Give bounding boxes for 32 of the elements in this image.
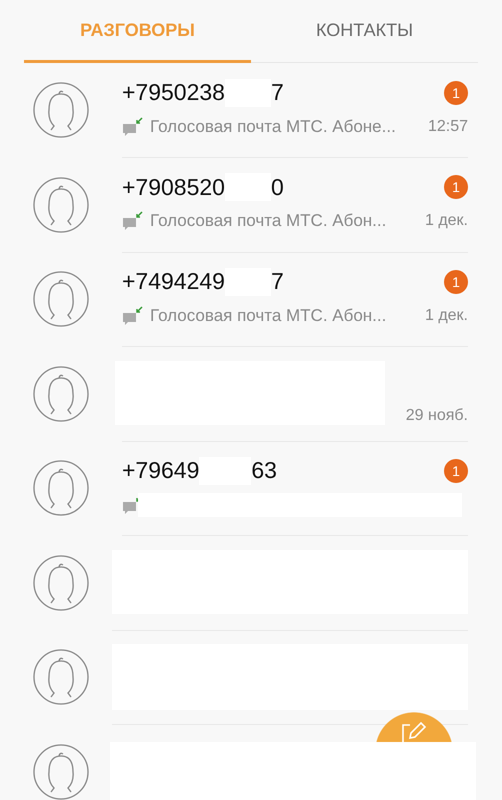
avatar-icon [33,554,89,611]
message-icon [122,116,144,137]
avatar-icon [33,366,89,422]
message-preview: Голосовая почта МТС. Абон... [150,306,386,326]
phone-number: 63 [251,457,277,484]
phone-number: +7908520 [122,174,225,201]
avatar-icon [33,82,89,138]
phone-number: 7 [270,79,284,106]
phone-number: 7 [270,268,284,296]
unread-badge: 1 [444,175,468,200]
message-time: 1 дек. [424,306,468,325]
phone-number: +79649 [122,457,200,484]
message-time: 29 нояб. [406,407,468,426]
phone-number: +7494249 [122,268,225,296]
message-preview: Голосовая почта МТС. Абоне... [150,116,396,137]
avatar-icon [33,460,89,516]
edit-icon [401,722,427,742]
unread-badge: 1 [444,270,468,294]
avatar-icon [33,744,89,800]
message-icon [122,211,144,232]
tab[interactable]: КОНТАКТЫ [251,0,478,63]
phone-number: 0 [270,174,284,201]
phone-number: +7950238 [122,79,225,106]
message-time: 12:57 [428,118,468,136]
avatar-icon [33,649,89,706]
message-time: 1 дек. [424,212,468,230]
avatar-icon [33,176,89,233]
unread-badge: 1 [444,458,468,483]
message-icon [122,306,144,326]
avatar-icon [33,271,89,328]
unread-badge: 1 [444,80,468,105]
message-preview: Голосовая почта МТС. Абон... [150,211,386,232]
